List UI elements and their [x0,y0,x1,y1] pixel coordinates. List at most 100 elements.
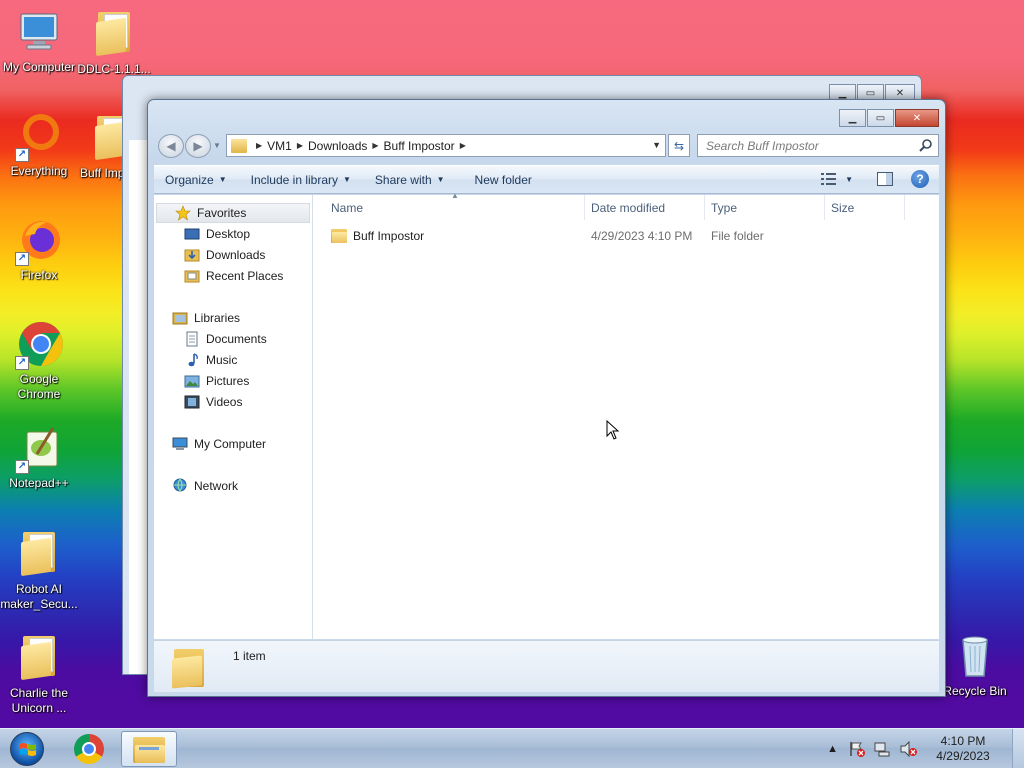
nav-favorites[interactable]: Favorites [156,203,310,223]
explorer-icon [133,735,165,763]
search-input[interactable] [698,135,908,156]
nav-desktop[interactable]: Desktop [154,223,312,244]
nav-network-label: Network [194,478,239,493]
close-button[interactable]: ✕ [895,109,939,127]
column-header-name[interactable]: ▲ Name [314,191,585,220]
show-desktop-button[interactable] [1012,729,1024,768]
nav-documents[interactable]: Documents [154,328,312,349]
address-dropdown-icon[interactable]: ▼ [652,140,661,150]
file-row[interactable]: Buff Impostor 4/29/2023 4:10 PM File fol… [314,226,914,246]
downloads-icon [184,249,200,261]
desktop-icon-recycle-bin[interactable]: Recycle Bin [936,632,1014,699]
address-bar[interactable]: ▶ VM1 ▶ Downloads ▶ Buff Impostor ▶ ▼ [226,134,666,157]
organize-label: Organize [165,172,214,187]
desktop-icon-notepad-plus-plus[interactable]: ↗ Notepad++ [0,424,78,491]
desktop-icon-label: Firefox [20,268,58,282]
nav-downloads[interactable]: Downloads [154,244,312,265]
breadcrumb-separator-icon[interactable]: ▶ [460,141,466,150]
windows-logo-icon [10,732,44,766]
refresh-button[interactable]: ⇆ [668,134,690,157]
back-button[interactable]: ◀ [158,134,184,158]
forward-button[interactable]: ▶ [185,134,211,158]
search-box[interactable] [697,134,939,157]
action-center-flag-icon[interactable] [848,741,866,757]
share-with-button[interactable]: Share with ▼ [363,167,457,193]
column-header-size[interactable]: Size [825,195,905,220]
column-date-label: Date modified [591,200,666,215]
file-type: File folder [711,229,764,243]
nav-libraries[interactable]: Libraries [154,307,312,328]
desktop-icon-google-chrome[interactable]: ↗ Google Chrome [0,320,78,402]
nav-pictures[interactable]: Pictures [154,370,312,391]
content-area: Favorites Desktop Downloads Recent Place… [154,191,939,639]
help-button[interactable]: ? [911,170,929,188]
back-arrow-icon: ◀ [166,139,176,153]
breadcrumb-separator-icon[interactable]: ▶ [372,141,378,150]
column-header-type[interactable]: Type [705,195,825,220]
desktop-icon-label: Everything [10,164,68,178]
clock[interactable]: 4:10 PM 4/29/2023 [928,734,998,764]
breadcrumb-separator-icon[interactable]: ▶ [297,141,303,150]
system-tray: ▲ 4:10 PM 4/29/2023 [827,729,1024,768]
start-button[interactable] [4,730,50,768]
everything-icon: ↗ [15,112,63,162]
desktop-icon-ddlc[interactable]: DDLC-1.1.1... [75,8,153,77]
desktop-icon-label: Notepad++ [9,476,69,490]
breadcrumb-vm1[interactable]: VM1 [267,139,292,153]
file-list[interactable]: ▲ Name Date modified Type Size Buff Impo… [314,191,939,639]
preview-pane-button[interactable] [877,172,893,186]
navigation-pane[interactable]: Favorites Desktop Downloads Recent Place… [154,195,313,639]
chrome-icon: ↗ [15,320,63,370]
nav-videos[interactable]: Videos [154,391,312,412]
explorer-window[interactable]: ▁ ▭ ✕ ◀ ▶ ▼ ▶ VM1 ▶ Downloads ▶ Buff Imp… [147,99,946,697]
network-icon [173,478,187,492]
navigation-bar: ◀ ▶ ▼ ▶ VM1 ▶ Downloads ▶ Buff Impostor … [156,133,939,159]
include-in-library-button[interactable]: Include in library ▼ [239,167,363,193]
nav-recent-places[interactable]: Recent Places [154,265,312,286]
taskbar-chrome-button[interactable] [61,731,117,767]
desktop-icon-firefox[interactable]: ↗ Firefox [0,216,78,283]
chevron-down-icon: ▼ [436,175,445,184]
breadcrumb-separator-icon[interactable]: ▶ [256,141,262,150]
recent-places-icon [184,270,200,282]
file-name-cell: Buff Impostor [314,229,585,243]
minimize-button[interactable]: ▁ [839,109,866,127]
firefox-icon: ↗ [15,216,63,266]
notepad-plus-plus-icon: ↗ [15,424,63,474]
organize-button[interactable]: Organize ▼ [154,167,239,193]
network-status-icon[interactable] [874,741,892,757]
nav-videos-label: Videos [206,394,243,409]
nav-network[interactable]: Network [154,475,312,496]
column-header-date-modified[interactable]: Date modified [585,195,705,220]
change-view-button[interactable]: ▼ [821,172,853,186]
desktop-icon-my-computer[interactable]: My Computer [0,8,78,75]
nav-recent-places-label: Recent Places [206,268,284,283]
mouse-cursor-icon [606,420,620,440]
new-folder-label: New folder [474,172,532,187]
show-hidden-icons-button[interactable]: ▲ [827,743,838,755]
taskbar: ▲ 4:10 PM 4/29/2023 [0,728,1024,768]
desktop-icon-robot-ai-maker[interactable]: Robot AI maker_Secu... [0,528,78,612]
nav-my-computer[interactable]: My Computer [154,433,312,454]
recent-pages-dropdown[interactable]: ▼ [213,141,221,150]
volume-muted-icon[interactable] [900,741,918,757]
computer-icon [172,437,188,450]
folder-icon [231,138,247,153]
desktop-icon-label: Robot AI maker_Secu... [0,582,78,611]
taskbar-explorer-button[interactable] [121,731,177,767]
breadcrumb-downloads[interactable]: Downloads [308,139,367,153]
computer-icon [15,8,63,56]
restore-button[interactable]: ▭ [867,109,894,127]
pictures-icon [184,375,200,387]
new-folder-button[interactable]: New folder [457,167,544,193]
breadcrumb-buff-impostor[interactable]: Buff Impostor [384,139,455,153]
sort-ascending-icon: ▲ [451,191,459,200]
nav-music[interactable]: Music [154,349,312,370]
desktop-icon-everything[interactable]: ↗ Everything [0,112,78,179]
search-icon[interactable] [919,138,933,152]
desktop-icon-label: Recycle Bin [943,684,1007,698]
desktop-icon-charlie-the-unicorn[interactable]: Charlie the Unicorn ... [0,632,78,716]
desktop-icon-buff-impostor[interactable]: Buff Imp... [75,112,125,181]
nav-my-computer-label: My Computer [194,436,267,451]
nav-favorites-label: Favorites [197,206,247,220]
